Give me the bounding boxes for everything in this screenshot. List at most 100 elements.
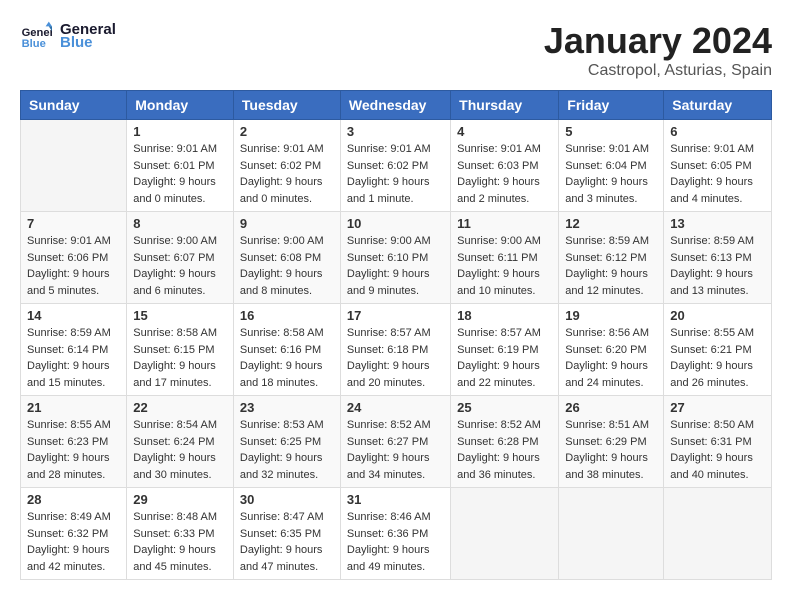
calendar-cell: 23 Sunrise: 8:53 AMSunset: 6:25 PMDayligh… xyxy=(233,396,340,488)
day-info: Sunrise: 9:01 AMSunset: 6:01 PMDaylight:… xyxy=(133,141,227,207)
calendar-cell: 7 Sunrise: 9:01 AMSunset: 6:06 PMDaylight… xyxy=(21,212,127,304)
day-number: 28 xyxy=(27,492,120,507)
day-number: 11 xyxy=(457,216,552,231)
calendar-cell: 22 Sunrise: 8:54 AMSunset: 6:24 PMDayligh… xyxy=(127,396,234,488)
calendar-cell xyxy=(21,120,127,212)
calendar-cell: 19Sunrise: 8:56 AMSunset: 6:20 PMDayligh… xyxy=(559,304,664,396)
calendar-cell: 11 Sunrise: 9:00 AMSunset: 6:11 PMDayligh… xyxy=(451,212,559,304)
day-number: 7 xyxy=(27,216,120,231)
calendar-cell: 17 Sunrise: 8:57 AMSunset: 6:18 PMDayligh… xyxy=(340,304,450,396)
day-info: Sunrise: 8:46 AMSunset: 6:36 PMDaylight:… xyxy=(347,509,444,575)
day-number: 5 xyxy=(565,124,657,139)
day-info: Sunrise: 8:55 AMSunset: 6:21 PMDaylight:… xyxy=(670,325,765,391)
day-info: Sunrise: 8:54 AMSunset: 6:24 PMDaylight:… xyxy=(133,417,227,483)
calendar-cell: 5Sunrise: 9:01 AMSunset: 6:04 PMDaylight… xyxy=(559,120,664,212)
weekday-header-monday: Monday xyxy=(127,91,234,120)
day-number: 23 xyxy=(240,400,334,415)
day-number: 16 xyxy=(240,308,334,323)
day-number: 21 xyxy=(27,400,120,415)
day-number: 22 xyxy=(133,400,227,415)
day-number: 10 xyxy=(347,216,444,231)
day-info: Sunrise: 8:51 AMSunset: 6:29 PMDaylight:… xyxy=(565,417,657,483)
day-info: Sunrise: 8:49 AMSunset: 6:32 PMDaylight:… xyxy=(27,509,120,575)
calendar-week-1: 7 Sunrise: 9:01 AMSunset: 6:06 PMDaylight… xyxy=(21,212,772,304)
day-info: Sunrise: 9:01 AMSunset: 6:03 PMDaylight:… xyxy=(457,141,552,207)
calendar-cell: 29Sunrise: 8:48 AMSunset: 6:33 PMDayligh… xyxy=(127,488,234,580)
weekday-header-sunday: Sunday xyxy=(21,91,127,120)
calendar-week-2: 14Sunrise: 8:59 AMSunset: 6:14 PMDayligh… xyxy=(21,304,772,396)
title-block: January 2024 Castropol, Asturias, Spain xyxy=(544,20,772,80)
calendar-cell: 16 Sunrise: 8:58 AMSunset: 6:16 PMDayligh… xyxy=(233,304,340,396)
weekday-header-saturday: Saturday xyxy=(664,91,772,120)
day-number: 13 xyxy=(670,216,765,231)
day-number: 2 xyxy=(240,124,334,139)
day-info: Sunrise: 8:50 AMSunset: 6:31 PMDaylight:… xyxy=(670,417,765,483)
calendar-cell: 1 Sunrise: 9:01 AMSunset: 6:01 PMDaylight… xyxy=(127,120,234,212)
day-info: Sunrise: 8:58 AMSunset: 6:16 PMDaylight:… xyxy=(240,325,334,391)
day-number: 1 xyxy=(133,124,227,139)
calendar-cell: 31 Sunrise: 8:46 AMSunset: 6:36 PMDayligh… xyxy=(340,488,450,580)
logo-icon: General Blue xyxy=(20,20,52,52)
calendar-cell: 28 Sunrise: 8:49 AMSunset: 6:32 PMDayligh… xyxy=(21,488,127,580)
calendar-cell: 21 Sunrise: 8:55 AMSunset: 6:23 PMDayligh… xyxy=(21,396,127,488)
day-number: 8 xyxy=(133,216,227,231)
calendar-cell: 18 Sunrise: 8:57 AMSunset: 6:19 PMDayligh… xyxy=(451,304,559,396)
day-info: Sunrise: 8:55 AMSunset: 6:23 PMDaylight:… xyxy=(27,417,120,483)
day-info: Sunrise: 8:53 AMSunset: 6:25 PMDaylight:… xyxy=(240,417,334,483)
day-number: 9 xyxy=(240,216,334,231)
day-number: 31 xyxy=(347,492,444,507)
day-info: Sunrise: 9:00 AMSunset: 6:11 PMDaylight:… xyxy=(457,233,552,299)
calendar-cell: 15 Sunrise: 8:58 AMSunset: 6:15 PMDayligh… xyxy=(127,304,234,396)
day-info: Sunrise: 8:52 AMSunset: 6:27 PMDaylight:… xyxy=(347,417,444,483)
calendar-cell: 9 Sunrise: 9:00 AMSunset: 6:08 PMDaylight… xyxy=(233,212,340,304)
day-number: 27 xyxy=(670,400,765,415)
calendar-cell: 8 Sunrise: 9:00 AMSunset: 6:07 PMDaylight… xyxy=(127,212,234,304)
day-info: Sunrise: 8:48 AMSunset: 6:33 PMDaylight:… xyxy=(133,509,227,575)
calendar-week-0: 1 Sunrise: 9:01 AMSunset: 6:01 PMDaylight… xyxy=(21,120,772,212)
weekday-header-wednesday: Wednesday xyxy=(340,91,450,120)
day-number: 25 xyxy=(457,400,552,415)
calendar-week-3: 21 Sunrise: 8:55 AMSunset: 6:23 PMDayligh… xyxy=(21,396,772,488)
day-info: Sunrise: 9:01 AMSunset: 6:06 PMDaylight:… xyxy=(27,233,120,299)
day-number: 15 xyxy=(133,308,227,323)
calendar-cell: 24 Sunrise: 8:52 AMSunset: 6:27 PMDayligh… xyxy=(340,396,450,488)
calendar-cell: 30 Sunrise: 8:47 AMSunset: 6:35 PMDayligh… xyxy=(233,488,340,580)
calendar-cell: 3 Sunrise: 9:01 AMSunset: 6:02 PMDaylight… xyxy=(340,120,450,212)
weekday-header-tuesday: Tuesday xyxy=(233,91,340,120)
day-number: 30 xyxy=(240,492,334,507)
day-info: Sunrise: 8:59 AMSunset: 6:14 PMDaylight:… xyxy=(27,325,120,391)
day-info: Sunrise: 8:59 AMSunset: 6:12 PMDaylight:… xyxy=(565,233,657,299)
day-number: 20 xyxy=(670,308,765,323)
calendar-cell xyxy=(451,488,559,580)
day-number: 6 xyxy=(670,124,765,139)
day-info: Sunrise: 9:01 AMSunset: 6:02 PMDaylight:… xyxy=(347,141,444,207)
day-info: Sunrise: 8:56 AMSunset: 6:20 PMDaylight:… xyxy=(565,325,657,391)
day-number: 4 xyxy=(457,124,552,139)
location: Castropol, Asturias, Spain xyxy=(544,62,772,80)
day-info: Sunrise: 8:58 AMSunset: 6:15 PMDaylight:… xyxy=(133,325,227,391)
calendar-cell: 20 Sunrise: 8:55 AMSunset: 6:21 PMDayligh… xyxy=(664,304,772,396)
day-number: 17 xyxy=(347,308,444,323)
weekday-header-thursday: Thursday xyxy=(451,91,559,120)
month-title: January 2024 xyxy=(544,20,772,62)
day-info: Sunrise: 9:00 AMSunset: 6:08 PMDaylight:… xyxy=(240,233,334,299)
day-number: 26 xyxy=(565,400,657,415)
calendar-cell xyxy=(664,488,772,580)
calendar-cell: 27 Sunrise: 8:50 AMSunset: 6:31 PMDayligh… xyxy=(664,396,772,488)
day-info: Sunrise: 8:47 AMSunset: 6:35 PMDaylight:… xyxy=(240,509,334,575)
calendar-header-row: SundayMondayTuesdayWednesdayThursdayFrid… xyxy=(21,91,772,120)
logo: General Blue General Blue xyxy=(20,20,116,52)
day-info: Sunrise: 8:57 AMSunset: 6:18 PMDaylight:… xyxy=(347,325,444,391)
calendar-cell xyxy=(559,488,664,580)
weekday-header-friday: Friday xyxy=(559,91,664,120)
calendar-cell: 4 Sunrise: 9:01 AMSunset: 6:03 PMDaylight… xyxy=(451,120,559,212)
day-info: Sunrise: 9:00 AMSunset: 6:07 PMDaylight:… xyxy=(133,233,227,299)
day-number: 24 xyxy=(347,400,444,415)
day-info: Sunrise: 9:01 AMSunset: 6:02 PMDaylight:… xyxy=(240,141,334,207)
calendar-cell: 12Sunrise: 8:59 AMSunset: 6:12 PMDayligh… xyxy=(559,212,664,304)
day-info: Sunrise: 8:57 AMSunset: 6:19 PMDaylight:… xyxy=(457,325,552,391)
page-header: General Blue General Blue January 2024 C… xyxy=(20,20,772,80)
day-number: 18 xyxy=(457,308,552,323)
day-number: 3 xyxy=(347,124,444,139)
calendar-cell: 6Sunrise: 9:01 AMSunset: 6:05 PMDaylight… xyxy=(664,120,772,212)
